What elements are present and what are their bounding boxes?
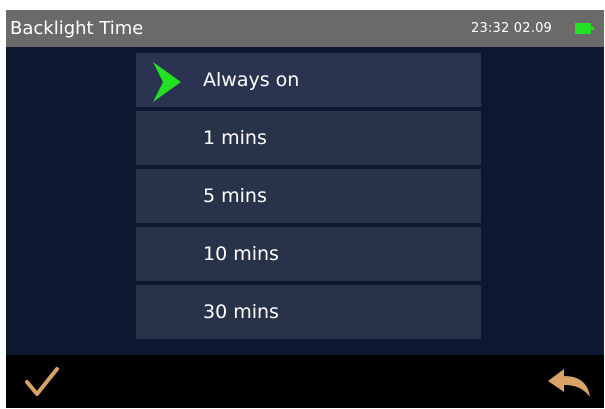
- clock-date: 23:32 02.09: [471, 21, 553, 36]
- checkmark-icon[interactable]: [22, 363, 62, 401]
- option-10-mins[interactable]: 10 mins: [136, 227, 481, 281]
- bottom-bar: [6, 355, 604, 408]
- backlight-options-list: Always on 1 mins 5 mins 10 mins 30 mins: [136, 53, 481, 343]
- option-always-on[interactable]: Always on: [136, 53, 481, 107]
- option-label: 1 mins: [203, 127, 267, 149]
- battery-icon: [575, 23, 594, 34]
- option-5-mins[interactable]: 5 mins: [136, 169, 481, 223]
- page-title: Backlight Time: [10, 18, 144, 39]
- title-bar: Backlight Time 23:32 02.09: [6, 10, 604, 47]
- option-30-mins[interactable]: 30 mins: [136, 285, 481, 339]
- option-label: 5 mins: [203, 185, 267, 207]
- option-label: Always on: [203, 69, 300, 91]
- back-arrow-icon[interactable]: [546, 365, 592, 401]
- option-1-mins[interactable]: 1 mins: [136, 111, 481, 165]
- option-label: 30 mins: [203, 301, 279, 323]
- device-screen: Backlight Time 23:32 02.09 Always on 1 m…: [6, 10, 604, 408]
- option-label: 10 mins: [203, 243, 279, 265]
- selection-arrow-icon: [153, 62, 181, 102]
